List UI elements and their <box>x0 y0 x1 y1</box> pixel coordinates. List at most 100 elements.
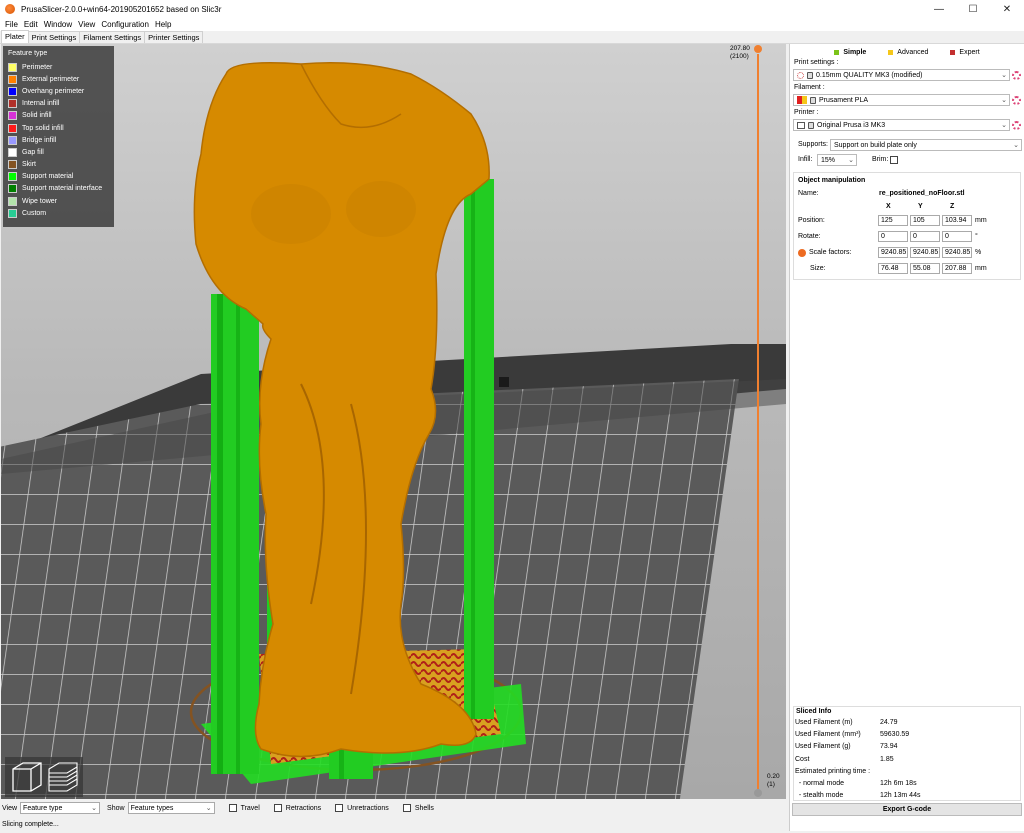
top-layer-value: (2100) <box>730 53 749 60</box>
size-unit: mm <box>975 265 987 272</box>
mode-switch: Simple Advanced Expert <box>790 47 1024 57</box>
sliced-info-rows: Used Filament (m) 24.79 Used Filament (mm³… <box>795 716 1020 802</box>
legend-swatch <box>8 160 17 170</box>
legend-label: Support material <box>22 173 74 181</box>
menu-file[interactable]: File <box>2 20 21 29</box>
legend-swatch <box>8 123 17 133</box>
retractions-checkbox[interactable]: Retractions <box>273 804 321 812</box>
menu-view[interactable]: View <box>75 20 98 29</box>
filament-label: Filament : <box>794 84 825 91</box>
support-tower-right <box>464 179 494 719</box>
layer-slider-bottom-thumb[interactable] <box>754 789 762 797</box>
print-settings-gear-icon[interactable] <box>1012 71 1021 80</box>
legend-label: Skirt <box>22 161 36 169</box>
position-x-input[interactable]: 125 <box>878 215 908 226</box>
mode-expert-label: Expert <box>959 48 980 56</box>
legend-item: Gap fill <box>8 146 109 158</box>
chevron-down-icon: ⌄ <box>1001 72 1007 79</box>
minimize-button[interactable]: — <box>922 0 956 18</box>
rotate-y-input[interactable]: 0 <box>910 231 940 242</box>
position-y-input[interactable]: 105 <box>910 215 940 226</box>
filament-gear-icon[interactable] <box>1012 96 1021 105</box>
rotate-label: Rotate: <box>798 233 821 240</box>
tab-printer-settings[interactable]: Printer Settings <box>144 31 204 43</box>
mode-advanced[interactable]: Advanced <box>888 47 928 57</box>
lock-icon <box>810 96 816 104</box>
legend-label: Bridge infill <box>22 136 57 144</box>
print-settings-value: 0.15mm QUALITY MK3 (modified) <box>816 71 923 79</box>
show-features-select[interactable]: Feature types ⌄ <box>127 802 215 814</box>
legend-swatch <box>8 62 17 72</box>
printer-icon <box>797 121 805 129</box>
legend-swatch <box>8 184 17 194</box>
checkbox-box <box>273 804 282 812</box>
printer-combo[interactable]: Original Prusa i3 MK3 ⌄ <box>793 119 1010 131</box>
position-z-input[interactable]: 103.94 <box>942 215 972 226</box>
infill-value: 15% <box>821 156 836 164</box>
scale-y-input[interactable]: 9240.85 <box>910 247 940 258</box>
cog-icon <box>797 71 804 79</box>
legend-swatch <box>8 147 17 157</box>
unretractions-checkbox[interactable]: Unretractions <box>335 804 389 812</box>
mode-expert[interactable]: Expert <box>950 47 980 57</box>
layer-slider-track[interactable] <box>757 54 759 789</box>
layer-slider-top-thumb[interactable] <box>754 45 762 53</box>
right-sidebar: Simple Advanced Expert Print settings : … <box>789 44 1024 831</box>
print-settings-combo[interactable]: 0.15mm QUALITY MK3 (modified) ⌄ <box>793 69 1010 81</box>
scale-x-input[interactable]: 9240.85 <box>878 247 908 258</box>
legend-swatch <box>8 172 17 182</box>
travel-checkbox[interactable]: Travel <box>228 804 260 812</box>
rotate-x-input[interactable]: 0 <box>878 231 908 242</box>
prusaslicer-icon <box>5 4 15 14</box>
legend-label: Perimeter <box>22 63 53 71</box>
menu-configuration[interactable]: Configuration <box>98 20 152 29</box>
mode-simple[interactable]: Simple <box>834 47 866 57</box>
sliced-info-value: 24.79 <box>880 718 898 726</box>
brim-checkbox[interactable] <box>890 156 898 164</box>
filament-combo[interactable]: Prusament PLA ⌄ <box>793 94 1010 106</box>
legend-title: Feature type <box>8 50 48 57</box>
printer-gear-icon[interactable] <box>1012 121 1021 130</box>
legend-item: Support material interface <box>8 183 109 195</box>
legend-item: Solid infill <box>8 110 109 122</box>
sliced-info-key: - normal mode <box>795 780 845 788</box>
layer-slider-bottom-label: 0.20 (1) <box>767 773 780 789</box>
3d-preview-canvas[interactable] <box>1 44 786 799</box>
shells-label: Shells <box>414 804 434 812</box>
supports-combo[interactable]: Support on build plate only ⌄ <box>830 139 1022 151</box>
export-gcode-button[interactable]: Export G-code <box>792 803 1022 816</box>
rotate-z-input[interactable]: 0 <box>942 231 972 242</box>
shells-checkbox[interactable]: Shells <box>402 804 434 812</box>
size-x-input[interactable]: 76.48 <box>878 263 908 274</box>
legend-label: External perimeter <box>22 75 80 83</box>
size-label: Size: <box>810 265 826 272</box>
checkbox-box <box>402 804 411 812</box>
legend-item: Bridge infill <box>8 134 109 146</box>
name-label: Name: <box>798 190 819 197</box>
header-y: Y <box>918 203 923 210</box>
filament-color-icon-2 <box>802 96 807 104</box>
sliced-info-row: Used Filament (m) 24.79 <box>795 716 1020 728</box>
tab-plater[interactable]: Plater <box>1 30 29 43</box>
layer-slider-top-label: 207.80 (2100) <box>730 45 750 61</box>
tab-filament-settings[interactable]: Filament Settings <box>79 31 146 43</box>
tab-print-settings[interactable]: Print Settings <box>27 31 81 43</box>
lock-icon[interactable] <box>798 249 806 257</box>
sliced-info-value: 73.94 <box>880 743 898 751</box>
view-mode-icons[interactable] <box>5 757 83 797</box>
size-z-input[interactable]: 207.88 <box>942 263 972 274</box>
lock-icon <box>807 71 813 79</box>
size-y-input[interactable]: 55.08 <box>910 263 940 274</box>
checkbox-box <box>335 804 344 812</box>
scale-z-input[interactable]: 9240.85 <box>942 247 972 258</box>
view-type-select[interactable]: Feature type ⌄ <box>20 802 101 814</box>
menu-help[interactable]: Help <box>152 20 174 29</box>
infill-combo[interactable]: 15% ⌄ <box>817 154 857 166</box>
sliced-info-row: Estimated printing time : <box>795 765 1020 777</box>
checkbox-box <box>228 804 237 812</box>
menu-window[interactable]: Window <box>41 20 75 29</box>
menu-edit[interactable]: Edit <box>21 20 41 29</box>
close-button[interactable]: ✕ <box>990 0 1024 18</box>
unretractions-label: Unretractions <box>347 804 389 812</box>
maximize-button[interactable]: ☐ <box>956 0 990 18</box>
